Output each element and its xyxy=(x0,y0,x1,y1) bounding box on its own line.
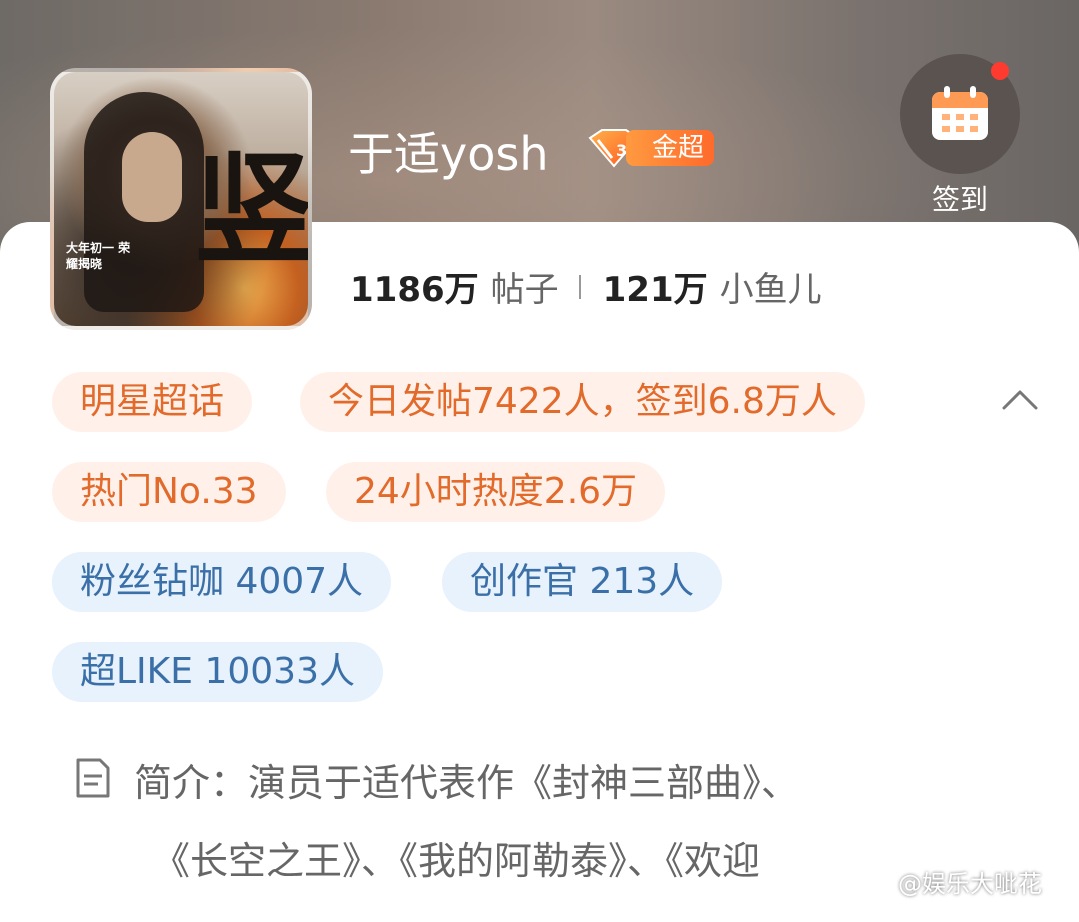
calendar-icon xyxy=(932,86,988,140)
chevron-up-icon[interactable] xyxy=(1002,388,1038,412)
signin-button[interactable]: 签到 xyxy=(900,54,1020,216)
chip-today-stats[interactable]: 今日发帖7422人，签到6.8万人 xyxy=(300,372,865,432)
chip-heat[interactable]: 24小时热度2.6万 xyxy=(326,462,666,522)
chip-category[interactable]: 明星超话 xyxy=(52,372,253,432)
badge-label: 金超 xyxy=(626,130,714,166)
chip-creators[interactable]: 创作官 213人 xyxy=(442,552,723,612)
avatar-poster-char: 竖 xyxy=(194,139,312,280)
watermark: @娱乐大呲花 xyxy=(864,864,1042,899)
posts-count: 1186万 xyxy=(350,270,479,310)
avatar-face xyxy=(122,132,182,222)
posts-label: 帖子 xyxy=(490,270,559,310)
intro-text-line2: 《长空之王》、《我的阿勒泰》、《欢迎 xyxy=(152,839,761,883)
level-badge[interactable]: 3 金超 xyxy=(586,126,716,170)
avatar-poster-caption: 大年初一 荣耀揭晓 xyxy=(66,241,131,271)
notification-dot xyxy=(991,62,1009,80)
fans-label: 小鱼儿 xyxy=(719,270,822,310)
chip-fans-vip[interactable]: 粉丝钻咖 4007人 xyxy=(52,552,392,612)
chip-super-like[interactable]: 超LIKE 10033人 xyxy=(52,642,383,702)
username: 于适yosh xyxy=(348,127,549,181)
weibo-logo-icon xyxy=(864,872,891,893)
fans-count: 121万 xyxy=(602,270,708,310)
stats-row: 1186万 帖子 121万 小鱼儿 xyxy=(350,262,822,311)
intro-text-line1: 简介：演员于适代表作《封神三部曲》、 xyxy=(134,761,800,805)
signin-label: 签到 xyxy=(931,183,988,216)
document-icon xyxy=(76,758,110,798)
avatar[interactable]: 竖 大年初一 荣耀揭晓 xyxy=(50,68,312,330)
stats-divider xyxy=(578,274,581,299)
chip-hot-rank[interactable]: 热门No.33 xyxy=(52,462,286,522)
watermark-text: @娱乐大呲花 xyxy=(898,870,1042,898)
